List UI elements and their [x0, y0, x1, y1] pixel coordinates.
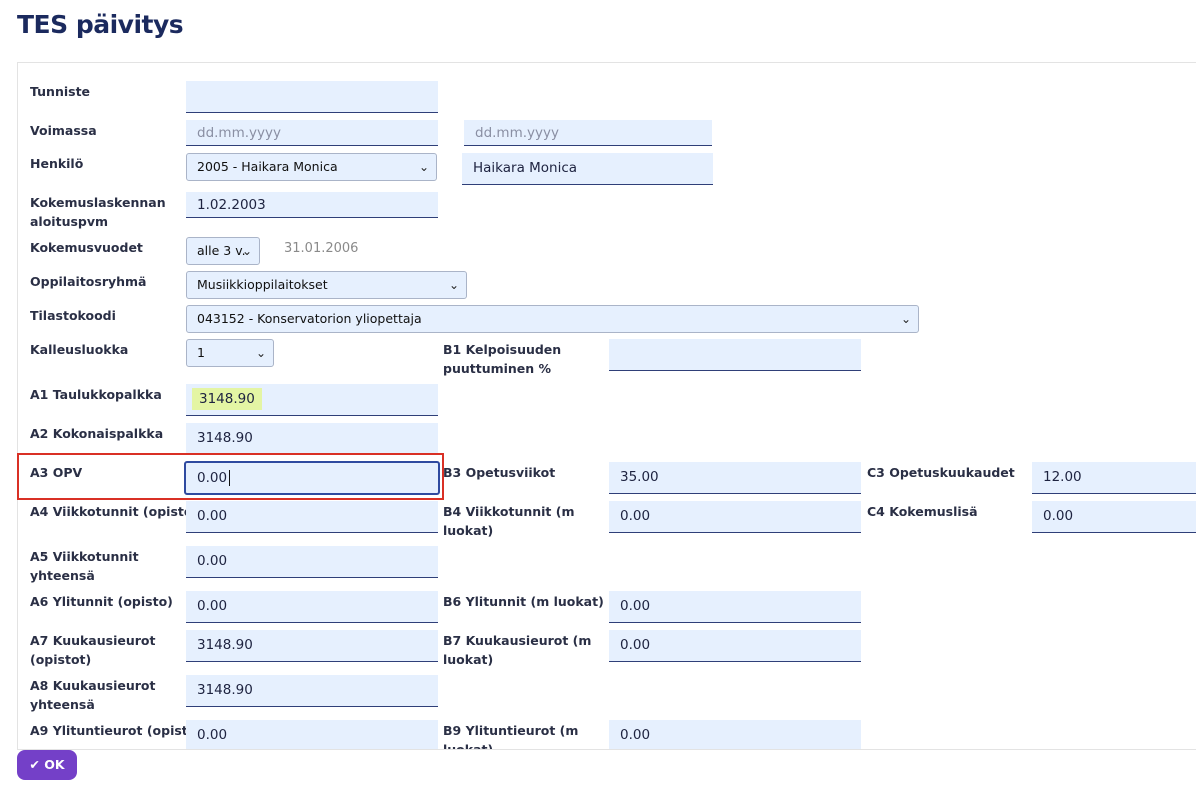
label-a7-2: (opistot) [30, 652, 92, 667]
label-kokemusvuodet: Kokemusvuodet [30, 240, 143, 255]
label-a2: A2 Kokonaispalkka [30, 426, 164, 441]
a8-input[interactable]: 3148.90 [186, 675, 438, 707]
label-kalleusluokka: Kalleusluokka [30, 342, 129, 357]
kokemusvuodet-date: 31.01.2006 [284, 241, 359, 256]
chevron-down-icon: ⌄ [418, 160, 429, 174]
tilastokoodi-select[interactable]: 043152 - Konservatorion yliopettaja ⌄ [186, 305, 919, 333]
chevron-down-icon: ⌄ [900, 312, 911, 326]
henkilo-select[interactable]: 2005 - Haikara Monica ⌄ [186, 153, 437, 181]
a1-value: 3148.90 [192, 388, 262, 410]
tunniste-input[interactable] [186, 81, 438, 113]
b3-input[interactable]: 35.00 [609, 462, 861, 494]
oppilaitosryhma-select[interactable]: Musiikkioppilaitokset ⌄ [186, 271, 467, 299]
label-b4-2: luokat) [443, 523, 494, 538]
label-a8-2: yhteensä [30, 697, 95, 712]
a6-input[interactable]: 0.00 [186, 591, 438, 623]
ok-button-label: OK [44, 757, 65, 772]
c3-input[interactable]: 12.00 [1032, 462, 1196, 494]
a7-input[interactable]: 3148.90 [186, 630, 438, 662]
label-a6: A6 Ylitunnit (opisto) [30, 594, 173, 609]
label-kokemus-alku-2: aloituspvm [30, 214, 109, 229]
label-a5-1: A5 Viikkotunnit [30, 549, 139, 564]
label-tilastokoodi: Tilastokoodi [30, 308, 116, 323]
b4-input[interactable]: 0.00 [609, 501, 861, 533]
b6-input[interactable]: 0.00 [609, 591, 861, 623]
b9-input[interactable]: 0.00 [609, 720, 861, 749]
label-c4: C4 Kokemuslisä [867, 504, 978, 519]
chevron-down-icon: ⌄ [448, 278, 459, 292]
oppilaitosryhma-select-value: Musiikkioppilaitokset [197, 277, 328, 292]
kokemus-alku-input[interactable]: 1.02.2003 [186, 192, 438, 218]
label-b3: B3 Opetusviikot [443, 465, 556, 480]
a1-input[interactable]: 3148.90 [186, 384, 438, 416]
a9-input[interactable]: 0.00 [186, 720, 438, 749]
chevron-down-icon: ⌄ [241, 244, 252, 258]
voimassa-start-input[interactable]: dd.mm.yyyy [186, 120, 438, 146]
label-b7-2: luokat) [443, 652, 494, 667]
label-voimassa: Voimassa [30, 123, 97, 138]
kalleusluokka-select[interactable]: 1 ⌄ [186, 339, 274, 367]
label-b1-2: puuttuminen % [443, 361, 552, 376]
label-b9-2: luokat) [443, 742, 494, 750]
label-b9-1: B9 Ylituntieurot (m [443, 723, 579, 738]
label-b6: B6 Ylitunnit (m luokat) [443, 594, 604, 609]
a4-input[interactable]: 0.00 [186, 501, 438, 533]
label-a9: A9 Ylituntieurot (opisto) [30, 723, 203, 738]
label-c3: C3 Opetuskuukaudet [867, 465, 1015, 480]
label-b4-1: B4 Viikkotunnit (m [443, 504, 575, 519]
c4-input[interactable]: 0.00 [1032, 501, 1196, 533]
voimassa-end-input[interactable]: dd.mm.yyyy [464, 120, 712, 146]
kokemusvuodet-select[interactable]: alle 3 v. ⌄ [186, 237, 260, 265]
chevron-down-icon: ⌄ [255, 346, 266, 360]
label-b7-1: B7 Kuukausieurot (m [443, 633, 592, 648]
label-b1-1: B1 Kelpoisuuden [443, 342, 562, 357]
focus-highlight-box [17, 453, 444, 500]
kalleusluokka-select-value: 1 [197, 345, 205, 360]
label-tunniste: Tunniste [30, 84, 91, 99]
label-kokemus-alku-1: Kokemuslaskennan [30, 195, 166, 210]
label-a1: A1 Taulukkopalkka [30, 387, 162, 402]
b1-input[interactable] [609, 339, 861, 371]
henkilo-select-value: 2005 - Haikara Monica [197, 159, 338, 174]
label-henkilo: Henkilö [30, 156, 84, 171]
tilastokoodi-select-value: 043152 - Konservatorion yliopettaja [197, 311, 422, 326]
henkilo-name-input[interactable]: Haikara Monica [462, 153, 713, 185]
label-a8-1: A8 Kuukausieurot [30, 678, 156, 693]
b7-input[interactable]: 0.00 [609, 630, 861, 662]
label-a5-2: yhteensä [30, 568, 95, 583]
label-a7-1: A7 Kuukausieurot [30, 633, 156, 648]
label-a4: A4 Viikkotunnit (opisto) [30, 504, 199, 519]
page-title: TES päivitys [17, 10, 184, 39]
check-icon: ✔ [29, 757, 40, 772]
a5-input[interactable]: 0.00 [186, 546, 438, 578]
a2-input[interactable]: 3148.90 [186, 423, 438, 455]
kokemusvuodet-select-value: alle 3 v. [197, 243, 246, 258]
ok-button[interactable]: ✔ OK [17, 750, 77, 780]
form-panel: Tunniste Voimassa dd.mm.yyyy dd.mm.yyyy … [17, 62, 1196, 750]
label-oppilaitosryhma: Oppilaitosryhmä [30, 274, 147, 289]
